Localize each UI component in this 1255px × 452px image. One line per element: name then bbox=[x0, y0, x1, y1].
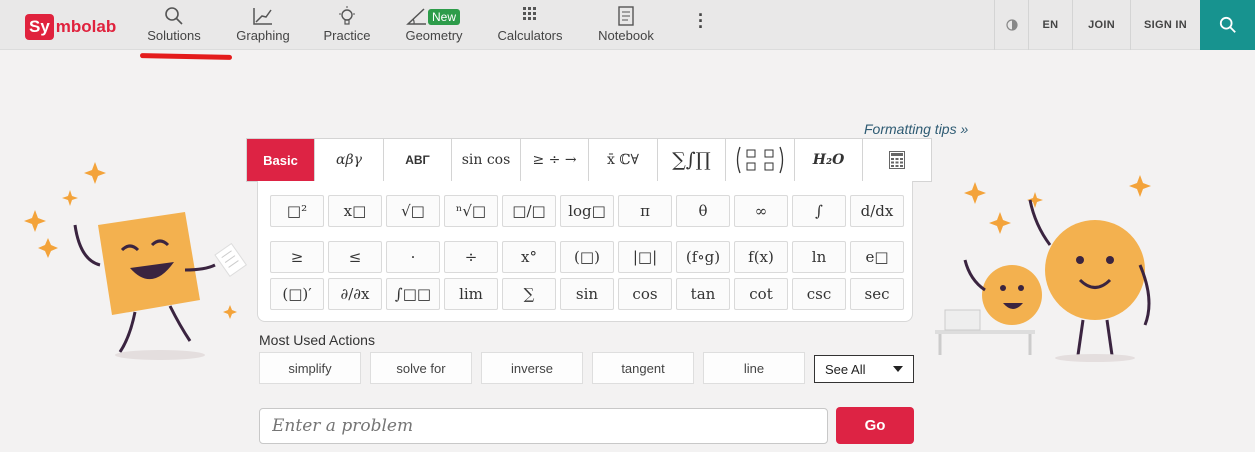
tab-sets[interactable]: x̄ ℂ∀ bbox=[589, 139, 658, 181]
keypad-key[interactable]: ∑ bbox=[502, 278, 556, 310]
nav-label: Solutions bbox=[147, 28, 201, 43]
nav-practice[interactable]: Practice bbox=[322, 6, 372, 43]
see-all-dropdown[interactable]: See All bbox=[814, 355, 914, 383]
search-icon bbox=[146, 6, 202, 28]
search-icon bbox=[1219, 16, 1236, 33]
keypad-key[interactable]: x° bbox=[502, 241, 556, 273]
more-menu-icon[interactable]: · · · bbox=[694, 6, 708, 36]
calculator-icon bbox=[889, 151, 905, 169]
right-mascot-illustration bbox=[935, 175, 1151, 362]
action-inverse[interactable]: inverse bbox=[481, 352, 583, 384]
keypad-key[interactable]: ÷ bbox=[444, 241, 498, 273]
keypad-key[interactable]: cot bbox=[734, 278, 788, 310]
keypad-key[interactable]: lim bbox=[444, 278, 498, 310]
join-button[interactable]: JOIN bbox=[1072, 0, 1130, 50]
keypad-key[interactable]: □/□ bbox=[502, 195, 556, 227]
action-line[interactable]: line bbox=[703, 352, 805, 384]
nav-graphing[interactable]: Graphing bbox=[235, 6, 291, 43]
formatting-tips-link[interactable]: Formatting tips » bbox=[864, 121, 968, 137]
red-annotation-underline bbox=[139, 53, 233, 60]
tab-matrix[interactable] bbox=[726, 139, 795, 181]
action-solve-for[interactable]: solve for bbox=[370, 352, 472, 384]
keypad-tabs: Basic αβγ ΑΒΓ sin cos ≥ ÷ → x̄ ℂ∀ ∑∫∏ H₂… bbox=[246, 138, 932, 182]
keypad-key[interactable]: x□ bbox=[328, 195, 382, 227]
nav-label: Geometry bbox=[405, 28, 463, 43]
action-simplify[interactable]: simplify bbox=[259, 352, 361, 384]
keypad-key[interactable]: (□) bbox=[560, 241, 614, 273]
keypad-key[interactable]: (f∘g) bbox=[676, 241, 730, 273]
keypad-key[interactable]: ≤ bbox=[328, 241, 382, 273]
go-button[interactable]: Go bbox=[836, 407, 914, 444]
search-button[interactable] bbox=[1200, 0, 1255, 50]
nav-label: Graphing bbox=[236, 28, 290, 43]
nav-notebook[interactable]: Notebook bbox=[597, 6, 655, 43]
keypad-key[interactable]: d/dx bbox=[850, 195, 904, 227]
graph-icon bbox=[235, 6, 291, 28]
nav-calculators[interactable]: Calculators bbox=[497, 6, 563, 43]
tab-calculator[interactable] bbox=[863, 139, 931, 181]
tab-operators[interactable]: ≥ ÷ → bbox=[521, 139, 589, 181]
keypad-key[interactable]: cos bbox=[618, 278, 672, 310]
notebook-icon bbox=[597, 6, 655, 28]
symbolab-logo[interactable]: Sy mbolab bbox=[25, 13, 116, 41]
problem-input[interactable] bbox=[259, 408, 828, 444]
see-all-label: See All bbox=[825, 361, 866, 377]
contrast-toggle[interactable] bbox=[994, 0, 1028, 50]
keypad-key[interactable]: e□ bbox=[850, 241, 904, 273]
keypad-key[interactable]: ∫ bbox=[792, 195, 846, 227]
top-nav: Sy mbolab Solutions Graphing Practice Ge… bbox=[0, 0, 1255, 50]
keypad-key[interactable]: ∂/∂x bbox=[328, 278, 382, 310]
keypad-key[interactable]: √□ bbox=[386, 195, 440, 227]
nav-solutions[interactable]: Solutions bbox=[146, 6, 202, 43]
keypad-key[interactable]: (□)′ bbox=[270, 278, 324, 310]
left-mascot-illustration bbox=[24, 162, 247, 360]
tab-greek-lower[interactable]: αβγ bbox=[315, 139, 384, 181]
logo-badge: Sy bbox=[25, 14, 54, 40]
matrix-icon bbox=[736, 146, 784, 174]
tab-greek-upper[interactable]: ΑΒΓ bbox=[384, 139, 452, 181]
tab-chemistry[interactable]: H₂O bbox=[795, 139, 863, 181]
keypad-key[interactable]: ≥ bbox=[270, 241, 324, 273]
keypad-key[interactable]: □² bbox=[270, 195, 324, 227]
logo-text: mbolab bbox=[55, 17, 117, 36]
most-used-actions-title: Most Used Actions bbox=[259, 332, 375, 348]
keypad-key[interactable]: ∞ bbox=[734, 195, 788, 227]
tab-basic[interactable]: Basic bbox=[247, 139, 315, 181]
new-badge: New bbox=[428, 9, 461, 25]
nav-label: Notebook bbox=[598, 28, 654, 43]
keypad-key[interactable]: · bbox=[386, 241, 440, 273]
nav-label: Calculators bbox=[497, 28, 563, 43]
keypad-key[interactable]: csc bbox=[792, 278, 846, 310]
language-button[interactable]: EN bbox=[1028, 0, 1072, 50]
keypad-key[interactable]: f(x) bbox=[734, 241, 788, 273]
keypad-key[interactable]: θ bbox=[676, 195, 730, 227]
nav-right: EN JOIN SIGN IN bbox=[994, 0, 1255, 50]
tab-calculus[interactable]: ∑∫∏ bbox=[658, 139, 726, 181]
keypad-key[interactable]: tan bbox=[676, 278, 730, 310]
nav-label: Practice bbox=[323, 28, 371, 43]
action-tangent[interactable]: tangent bbox=[592, 352, 694, 384]
keypad-key[interactable]: ln bbox=[792, 241, 846, 273]
tab-trig[interactable]: sin cos bbox=[452, 139, 521, 181]
lightbulb-icon bbox=[322, 6, 372, 28]
keypad-key[interactable]: π bbox=[618, 195, 672, 227]
contrast-icon bbox=[1005, 19, 1018, 31]
keypad-key[interactable]: log□ bbox=[560, 195, 614, 227]
calculator-icon bbox=[497, 6, 563, 28]
math-keypad: □² x□ √□ ⁿ√□ □/□ log□ π θ ∞ ∫ d/dx ≥ ≤ · ÷ x° (□) |□| (f∘g… bbox=[257, 181, 913, 322]
caret-down-icon bbox=[893, 366, 903, 372]
keypad-key[interactable]: sec bbox=[850, 278, 904, 310]
keypad-key[interactable]: |□| bbox=[618, 241, 672, 273]
sign-in-button[interactable]: SIGN IN bbox=[1130, 0, 1200, 50]
keypad-key[interactable]: ∫□□ bbox=[386, 278, 440, 310]
keypad-key[interactable]: sin bbox=[560, 278, 614, 310]
keypad-key[interactable]: ⁿ√□ bbox=[444, 195, 498, 227]
